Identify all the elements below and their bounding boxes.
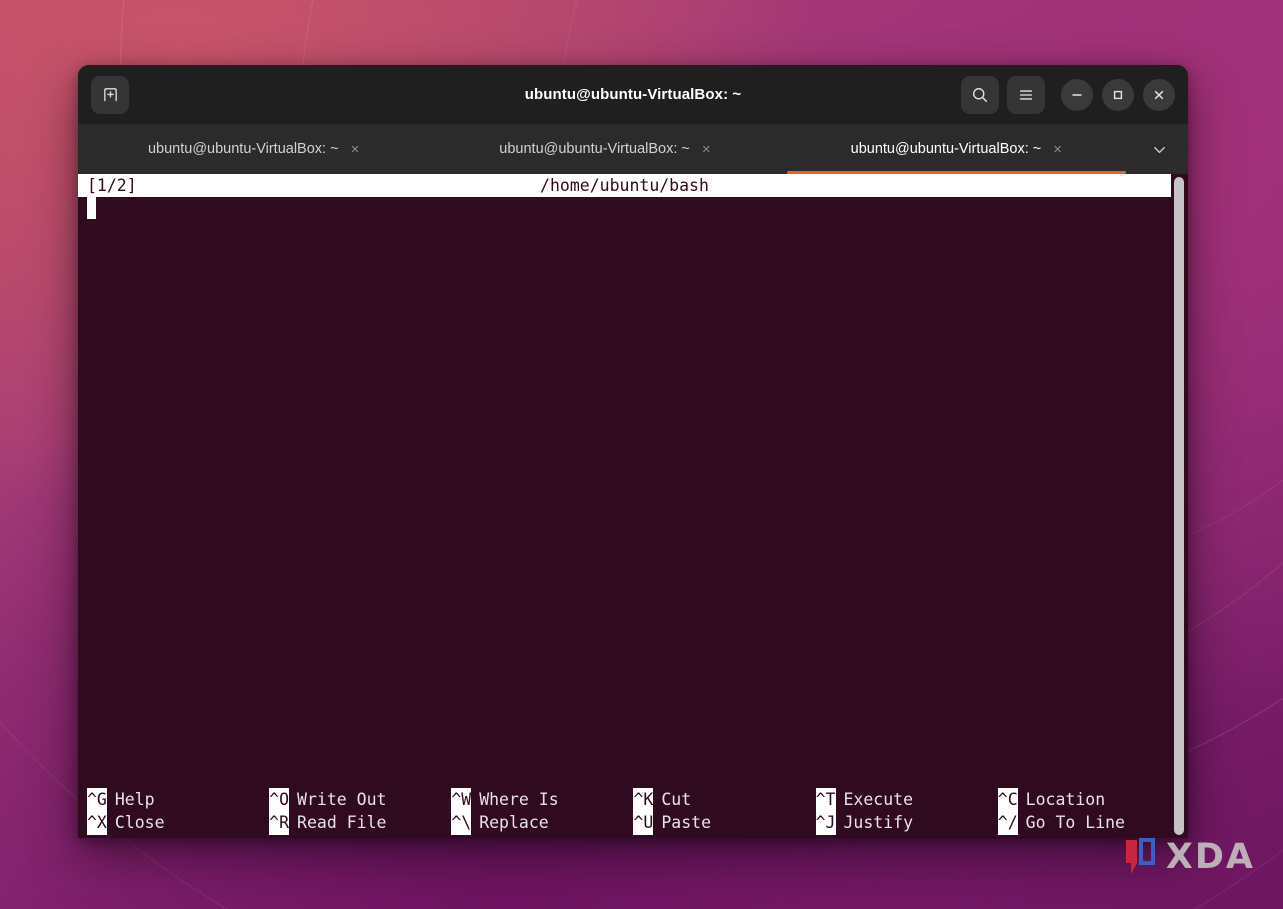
nano-edit-area[interactable] — [78, 197, 1171, 788]
tab-close-icon[interactable]: × — [702, 142, 711, 157]
xda-wordmark: XDA — [1165, 837, 1255, 877]
shortcut-help[interactable]: ^G Help — [78, 787, 260, 812]
shortcut-cut[interactable]: ^K Cut — [624, 787, 806, 812]
tab-list-dropdown-button[interactable] — [1132, 124, 1188, 174]
terminal-window: ubuntu@ubuntu-VirtualBox: ~ ubuntu@ubunt… — [78, 65, 1188, 838]
maximize-icon — [1113, 90, 1123, 99]
xda-watermark: XDA — [1123, 837, 1255, 877]
tab-label: ubuntu@ubuntu-VirtualBox: ~ — [147, 141, 339, 157]
tab-terminal-2[interactable]: ubuntu@ubuntu-VirtualBox: ~ × — [429, 124, 780, 174]
nano-filename-label: /home/ubuntu/bash — [540, 175, 709, 195]
shortcut-where-is[interactable]: ^W Where Is — [442, 787, 624, 812]
shortcut-paste[interactable]: ^U Paste — [624, 810, 806, 835]
tab-bar: ubuntu@ubuntu-VirtualBox: ~ × ubuntu@ubu… — [78, 124, 1188, 174]
shortcut-row-1: ^G Help ^O Write Out ^W Where Is ^K Cut — [78, 787, 1171, 812]
tab-terminal-1[interactable]: ubuntu@ubuntu-VirtualBox: ~ × — [78, 124, 429, 174]
menu-button[interactable] — [1007, 75, 1045, 114]
nano-buffer-text — [78, 197, 79, 198]
tab-terminal-3[interactable]: ubuntu@ubuntu-VirtualBox: ~ × — [781, 124, 1132, 174]
shortcut-action: Go To Line — [1025, 812, 1125, 832]
minimize-button[interactable] — [1061, 78, 1093, 111]
shortcut-action: Close — [114, 812, 165, 832]
shortcut-row-2: ^X Close ^R Read File ^\ Replace ^U Past… — [78, 810, 1171, 835]
shortcut-key: ^O — [269, 787, 290, 812]
shortcut-read-file[interactable]: ^R Read File — [260, 810, 442, 835]
shortcut-key: ^G — [87, 787, 107, 812]
terminal-content[interactable]: [1/2] /home/ubuntu/bash ^G Help ^O Write… — [78, 174, 1188, 838]
shortcut-action: Cut — [661, 789, 692, 809]
tab-label: ubuntu@ubuntu-VirtualBox: ~ — [850, 141, 1042, 157]
shortcut-key: ^X — [87, 810, 107, 835]
shortcut-key: ^T — [815, 787, 836, 812]
close-icon — [1154, 90, 1164, 99]
hamburger-menu-icon — [1019, 89, 1033, 100]
shortcut-key: ^W — [451, 787, 472, 812]
maximize-button[interactable] — [1102, 78, 1134, 111]
new-tab-icon — [103, 88, 117, 102]
tab-close-icon[interactable]: × — [1053, 142, 1062, 157]
shortcut-action: Paste — [661, 812, 712, 832]
shortcut-action: Read File — [297, 812, 387, 832]
shortcut-key: ^K — [633, 787, 654, 812]
new-tab-button[interactable] — [91, 75, 129, 114]
shortcut-action: Replace — [479, 812, 549, 832]
tab-close-icon[interactable]: × — [351, 142, 360, 157]
shortcut-action: Execute — [843, 789, 914, 809]
shortcut-key: ^/ — [997, 810, 1018, 835]
shortcut-action: Where Is — [479, 789, 559, 809]
shortcut-action: Help — [114, 789, 155, 809]
close-button[interactable] — [1143, 78, 1175, 111]
shortcut-location[interactable]: ^C Location — [989, 787, 1171, 812]
terminal-scrollbar[interactable] — [1174, 177, 1184, 835]
tab-label: ubuntu@ubuntu-VirtualBox: ~ — [499, 141, 690, 157]
minimize-icon — [1072, 93, 1082, 96]
shortcut-write-out[interactable]: ^O Write Out — [260, 787, 442, 812]
shortcut-key: ^\ — [451, 810, 472, 835]
shortcut-execute[interactable]: ^T Execute — [807, 787, 989, 812]
search-icon — [973, 87, 988, 102]
shortcut-key: ^R — [269, 810, 290, 835]
text-cursor — [87, 197, 96, 219]
shortcut-key: ^J — [815, 810, 836, 835]
search-button[interactable] — [961, 75, 999, 114]
shortcut-justify[interactable]: ^J Justify — [807, 810, 989, 835]
window-titlebar: ubuntu@ubuntu-VirtualBox: ~ — [78, 65, 1188, 124]
nano-title-bar: [1/2] /home/ubuntu/bash — [78, 174, 1171, 197]
shortcut-key: ^U — [633, 810, 654, 835]
shortcut-action: Location — [1025, 789, 1106, 809]
shortcut-go-to-line[interactable]: ^/ Go To Line — [989, 810, 1171, 835]
shortcut-action: Write Out — [297, 789, 387, 809]
shortcut-replace[interactable]: ^\ Replace — [442, 810, 624, 835]
shortcut-action: Justify — [843, 812, 914, 832]
shortcut-close[interactable]: ^X Close — [78, 810, 260, 835]
chevron-down-icon — [1154, 146, 1166, 153]
desktop-wallpaper: ubuntu@ubuntu-VirtualBox: ~ ubuntu@ubunt… — [0, 0, 1283, 909]
shortcut-key: ^C — [997, 787, 1018, 812]
xda-bracket-icon — [1123, 838, 1157, 876]
window-controls — [961, 75, 1175, 114]
nano-shortcut-bar: ^G Help ^O Write Out ^W Where Is ^K Cut — [78, 787, 1171, 838]
